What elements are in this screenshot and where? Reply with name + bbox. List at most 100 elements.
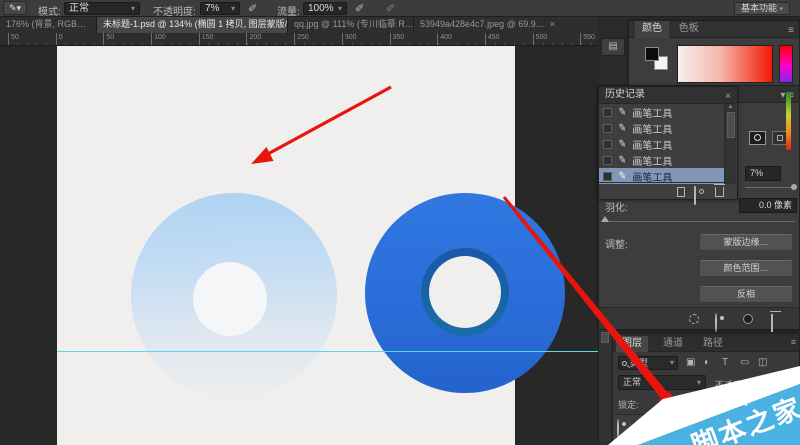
brush-icon: ✎: [617, 122, 627, 134]
filter-shape-icon[interactable]: ▭: [740, 357, 749, 368]
tab-paths[interactable]: 路径: [697, 336, 729, 352]
pressure-size-icon[interactable]: ✐: [386, 2, 395, 15]
doc-tab-3[interactable]: qq.jpg @ 111% (专川临摹 R…×: [288, 17, 414, 33]
history-item-label: 画笔工具: [632, 121, 672, 136]
mode-dropdown[interactable]: 正常▾: [64, 2, 140, 15]
filter-type-icon[interactable]: T: [722, 357, 728, 368]
panel-menu-icon[interactable]: ≡: [791, 337, 796, 347]
close-icon[interactable]: ×: [725, 89, 731, 105]
history-item-label: 画笔工具: [632, 153, 672, 168]
enable-mask-icon[interactable]: [743, 314, 753, 324]
doc-tab-1[interactable]: 176% (背景, RGB…: [0, 17, 97, 33]
ruler-tick-label: 200: [246, 33, 294, 46]
history-source-checkbox[interactable]: [603, 124, 612, 133]
horizontal-ruler: 50050100150200250300350400450500550: [0, 33, 598, 46]
document-scrollbar[interactable]: [598, 330, 611, 445]
pressure-opacity-icon[interactable]: ✐: [248, 2, 257, 15]
color-panel: 颜色 色板 ≡: [628, 20, 800, 88]
density-slider[interactable]: [745, 187, 795, 188]
delete-state-icon[interactable]: [715, 187, 724, 197]
ruler-tick-label: 100: [151, 33, 199, 46]
layers-list: [613, 414, 799, 445]
layers-tab-bar: 图层 通道 路径 ≡: [613, 334, 799, 352]
history-source-checkbox[interactable]: [603, 140, 612, 149]
history-item[interactable]: ✎ 画笔工具: [599, 136, 726, 152]
hue-strip[interactable]: [779, 45, 793, 83]
history-item-label: 画笔工具: [632, 137, 672, 152]
close-icon[interactable]: ×: [550, 19, 555, 29]
layer-filter-dropdown[interactable]: 类型▾: [618, 356, 678, 370]
load-selection-icon[interactable]: [689, 314, 699, 324]
light-blue-donut-hole: [193, 262, 267, 336]
layers-panel: 图层 通道 路径 ≡ 类型▾ ▣ ◐ T ▭ ◫ 正常▾ 不透明度: 锁定:: [612, 333, 800, 445]
history-source-checkbox[interactable]: [603, 156, 612, 165]
history-scrollbar[interactable]: ▲: [724, 104, 736, 184]
cyan-guide-line: [57, 351, 600, 352]
properties-footer: [599, 307, 799, 329]
tab-swatches[interactable]: 色板: [672, 21, 706, 38]
history-item[interactable]: ✎ 画笔工具: [599, 152, 726, 168]
adjust-label: 调整:: [605, 236, 628, 251]
history-footer: [599, 182, 737, 199]
vector-mask-icon[interactable]: [772, 131, 787, 145]
pixel-mask-icon[interactable]: [749, 131, 766, 145]
mask-edge-button[interactable]: 蒙版边缘…: [699, 234, 793, 251]
flow-dropdown[interactable]: 100%▾: [303, 2, 347, 15]
opacity-dropdown[interactable]: 7%▾: [200, 2, 240, 15]
brush-icon: ✎: [617, 106, 627, 118]
density-slider-knob[interactable]: [791, 184, 797, 190]
doc-tab-2-active[interactable]: 未标题-1.psd @ 134% (椭圆 1 拷贝, 图层蒙版/8) *×: [97, 17, 288, 33]
tab-channels[interactable]: 通道: [657, 336, 689, 352]
ruler-tick-label: 150: [199, 33, 247, 46]
ruler-tick-label: 350: [390, 33, 438, 46]
mode-label: 模式:: [38, 3, 61, 18]
invert-button[interactable]: 反相: [699, 286, 793, 303]
layer-visibility-cell[interactable]: [615, 420, 635, 438]
delete-mask-icon[interactable]: [771, 314, 773, 332]
canvas-area[interactable]: [57, 46, 515, 445]
scrollbar-thumb[interactable]: [727, 112, 735, 138]
tab-color[interactable]: 颜色: [635, 21, 669, 38]
filter-adjustment-icon[interactable]: ◐: [704, 357, 710, 368]
history-panel: 历史记录 × ✎ 画笔工具 ✎ 画笔工具 ✎: [598, 86, 738, 200]
blend-mode-dropdown[interactable]: 正常▾: [618, 375, 706, 390]
history-panel-header: 历史记录 ×: [599, 87, 737, 104]
flow-label: 流量:: [277, 3, 300, 18]
airbrush-icon[interactable]: ✐: [355, 2, 364, 15]
ruler-tick-label: 250: [294, 33, 342, 46]
color-ramp[interactable]: [677, 45, 773, 83]
tab-layers[interactable]: 图层: [616, 336, 648, 352]
tool-preset-picker[interactable]: ✎▾: [3, 1, 27, 15]
new-snapshot-icon[interactable]: [694, 186, 696, 205]
feather-slider[interactable]: [603, 221, 795, 222]
color-range-button[interactable]: 颜色范围…: [699, 260, 793, 277]
filter-pixel-icon[interactable]: ▣: [686, 357, 695, 368]
density-value-field[interactable]: 7%: [745, 166, 781, 181]
history-source-checkbox[interactable]: [603, 108, 612, 117]
ruler-tick-label: 50: [103, 33, 151, 46]
history-item[interactable]: ✎ 画笔工具: [599, 120, 726, 136]
new-document-from-state-icon[interactable]: [677, 187, 685, 197]
history-item-label: 画笔工具: [632, 105, 672, 120]
mask-visibility-icon[interactable]: [715, 313, 717, 332]
doc-tab-4[interactable]: 53949a428e4c7.jpeg @ 69.9…×: [414, 17, 610, 33]
panel-menu-icon[interactable]: ≡: [788, 23, 794, 39]
history-source-checkbox[interactable]: [603, 172, 612, 181]
eye-icon: [617, 419, 619, 438]
scrollbar-thumb[interactable]: [601, 332, 609, 343]
color-panel-header: 颜色 色板 ≡: [629, 21, 799, 38]
filter-smart-object-icon[interactable]: ◫: [758, 357, 767, 368]
brush-icon: ✎: [617, 138, 627, 150]
history-list: ✎ 画笔工具 ✎ 画笔工具 ✎ 画笔工具 ✎: [599, 104, 726, 184]
history-item[interactable]: ✎ 画笔工具: [599, 104, 726, 120]
collapsed-panel-icon[interactable]: ▤: [601, 38, 625, 56]
feather-value-field[interactable]: 0.0 像素: [739, 198, 797, 213]
foreground-color-swatch[interactable]: [645, 47, 659, 61]
feather-slider-knob[interactable]: [601, 216, 609, 222]
ruler-tick-label: 0: [56, 33, 104, 46]
hue-bar-edge: [786, 92, 791, 150]
brush-icon: ✎: [617, 170, 627, 182]
workspace-switcher[interactable]: 基本功能 ▾: [734, 2, 790, 15]
opacity-label: 不透明度:: [153, 3, 196, 18]
ruler-tick-label: 450: [485, 33, 533, 46]
